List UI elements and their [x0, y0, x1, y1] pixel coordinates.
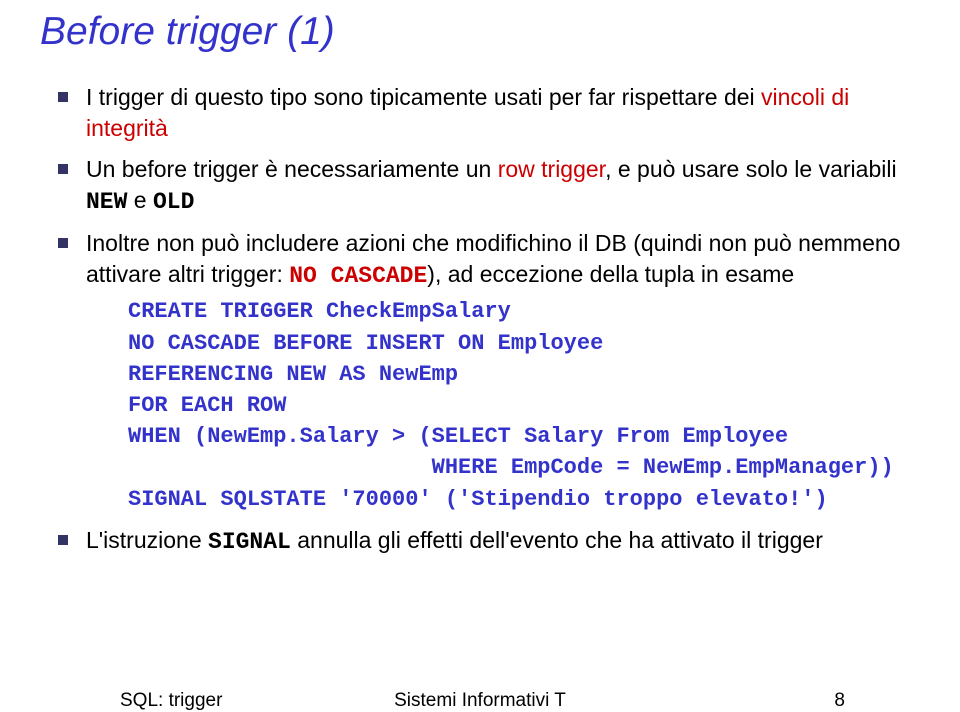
slide-content: I trigger di questo tipo sono tipicament…	[38, 82, 922, 558]
bullet-2-text-c: , e può usare solo le variabili	[605, 156, 897, 182]
code-line-5: WHEN (NewEmp.Salary > (SELECT Salary Fro…	[128, 424, 788, 449]
code-block: CREATE TRIGGER CheckEmpSalary NO CASCADE…	[128, 296, 922, 515]
code-line-4: FOR EACH ROW	[128, 393, 286, 418]
bullet-4-mono: SIGNAL	[208, 529, 291, 555]
bullet-2: Un before trigger è necessariamente un r…	[58, 154, 922, 218]
bullet-2-emph: row trigger	[498, 156, 605, 182]
code-line-7: SIGNAL SQLSTATE '70000' ('Stipendio trop…	[128, 487, 828, 512]
bullet-3-mono: NO CASCADE	[289, 263, 427, 289]
code-line-2: NO CASCADE BEFORE INSERT ON Employee	[128, 331, 603, 356]
bullet-4-text-a: L'istruzione	[86, 527, 208, 553]
bullet-4-text-c: annulla gli effetti dell'evento che ha a…	[291, 527, 823, 553]
slide-title: Before trigger (1)	[40, 10, 922, 54]
bullet-2-text-a: Un before trigger è necessariamente un	[86, 156, 498, 182]
footer-center: Sistemi Informativi T	[0, 690, 960, 712]
bullet-2-text-e: e	[127, 187, 153, 213]
bullet-4: L'istruzione SIGNAL annulla gli effetti …	[58, 525, 922, 558]
code-line-1: CREATE TRIGGER CheckEmpSalary	[128, 299, 511, 324]
footer-right: 8	[834, 690, 845, 712]
bullet-1-text-a: I trigger di questo tipo sono tipicament…	[86, 84, 761, 110]
bullet-3: Inoltre non può includere azioni che mod…	[58, 228, 922, 515]
bullet-3-text-c: ), ad eccezione della tupla in esame	[427, 261, 794, 287]
bullet-2-mono-old: OLD	[153, 189, 194, 215]
bullet-2-mono-new: NEW	[86, 189, 127, 215]
code-line-6: WHERE EmpCode = NewEmp.EmpManager))	[128, 455, 894, 480]
bullet-1: I trigger di questo tipo sono tipicament…	[58, 82, 922, 144]
code-line-3: REFERENCING NEW AS NewEmp	[128, 362, 458, 387]
